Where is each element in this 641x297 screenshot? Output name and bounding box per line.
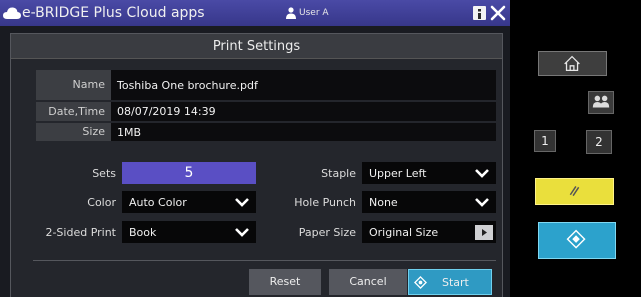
info-icon[interactable] [473,6,486,20]
date-value: 08/07/2019 14:39 [117,105,216,118]
staple-select[interactable]: Upper Left [362,162,496,184]
start-label: Start [442,276,469,289]
chevron-down-icon [475,198,489,207]
chevron-down-icon [475,169,489,178]
divider [33,260,496,261]
name-value: Toshiba One brochure.pdf [117,79,258,92]
home-icon [564,55,580,72]
staple-value: Upper Left [369,167,427,180]
start-icon [414,276,427,289]
sets-input[interactable]: 5 [122,162,256,184]
cancel-button[interactable]: Cancel [329,269,407,295]
reset-button[interactable]: Reset [249,269,321,295]
play-arrow-icon [482,229,487,236]
close-icon[interactable] [490,4,506,22]
paper-size-value: Original Size [369,226,439,239]
two-sided-value: Book [129,226,157,239]
start-icon [566,229,586,249]
user-name: User A [299,8,329,18]
users-icon [592,95,610,108]
app-title: e-BRIDGE Plus Cloud apps [22,5,205,21]
size-value: 1MB [117,126,142,139]
sets-label: Sets [92,167,116,180]
chevron-down-icon [235,198,249,207]
info-row-size: Size 1MB [36,123,496,141]
touch-screen: e-BRIDGE Plus Cloud apps User A Print Se… [0,0,510,297]
start-button[interactable]: Start [408,269,492,295]
print-settings-dialog: Print Settings Name Toshiba One brochure… [10,33,503,297]
hardware-start-button[interactable] [538,222,616,259]
one-touch-button-2[interactable]: 2 [586,130,612,154]
staple-label: Staple [321,167,356,180]
home-button[interactable] [538,51,607,76]
name-label: Name [36,70,111,100]
user-icon [286,7,296,19]
dialog-title: Print Settings [11,34,502,59]
hole-punch-select[interactable]: None [362,191,496,213]
color-label: Color [87,196,116,209]
size-label: Size [36,123,111,141]
hole-punch-label: Hole Punch [294,196,356,209]
color-value: Auto Color [129,196,187,209]
info-row-name: Name Toshiba One brochure.pdf [36,70,496,100]
color-select[interactable]: Auto Color [122,191,256,213]
hole-punch-value: None [369,196,398,209]
info-row-date: Date,Time 08/07/2019 14:39 [36,102,496,121]
app-title-bar: e-BRIDGE Plus Cloud apps User A [0,0,510,26]
paper-size-label: Paper Size [298,226,356,239]
date-label: Date,Time [36,102,111,121]
two-sided-select[interactable]: Book [122,221,256,243]
paper-size-field[interactable]: Original Size [362,221,496,243]
stop-button[interactable] [535,178,614,205]
user-switch-button[interactable] [588,91,614,114]
two-sided-label: 2-Sided Print [45,226,116,239]
cloud-icon [3,7,21,19]
chevron-down-icon [235,228,249,237]
paper-size-arrow-button[interactable] [475,225,493,240]
one-touch-button-1[interactable]: 1 [534,130,556,152]
stop-icon [569,185,580,197]
